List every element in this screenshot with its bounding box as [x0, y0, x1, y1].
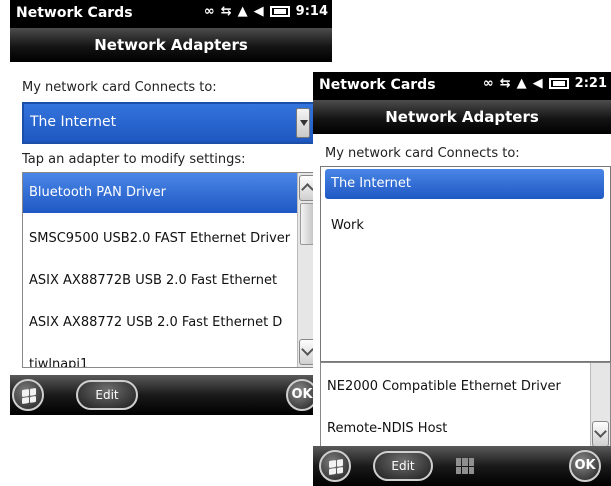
sync-icon: ⇆ [220, 4, 232, 19]
edit-button[interactable]: Edit [373, 451, 433, 481]
status-icons: ∞ ⇆ ▲ ◀ 2:21 [483, 76, 607, 91]
page-title: Network Adapters [10, 28, 332, 62]
phone-screen-right: Network Cards ∞ ⇆ ▲ ◀ 2:21 Network Adapt… [313, 72, 611, 486]
sync-icon: ⇆ [499, 76, 511, 91]
list-item[interactable]: NE2000 Compatible Ethernet Driver [321, 367, 590, 407]
start-button[interactable] [319, 450, 351, 482]
speaker-icon: ◀ [532, 76, 543, 91]
connects-to-select[interactable]: The Internet [22, 102, 318, 144]
list-item[interactable]: Bluetooth PAN Driver [23, 173, 297, 213]
edit-button[interactable]: Edit [76, 380, 138, 410]
list-item[interactable]: tiwlnapi1 [23, 345, 297, 367]
list-item[interactable]: SMSC9500 USB2.0 FAST Ethernet Driver [23, 219, 297, 259]
scrollbar[interactable] [590, 363, 610, 449]
list-item[interactable]: ASIX AX88772B USB 2.0 Fast Ethernet [23, 261, 297, 301]
adapters-label: Tap an adapter to modify settings: [22, 152, 246, 167]
keyboard-icon[interactable] [456, 458, 474, 474]
signal-icon: ▲ [516, 76, 527, 91]
status-bar: Network Cards ∞ ⇆ ▲ ◀ 2:21 [313, 72, 611, 100]
ok-button[interactable]: OK [569, 450, 601, 482]
status-icons: ∞ ⇆ ▲ ◀ 9:14 [204, 4, 328, 19]
chevron-down-icon[interactable] [592, 421, 609, 447]
link-icon: ∞ [482, 76, 494, 91]
start-button[interactable] [12, 379, 44, 411]
battery-icon [548, 78, 569, 89]
status-time: 2:21 [574, 76, 607, 91]
signal-icon: ▲ [237, 4, 248, 19]
adapter-list: Bluetooth PAN Driver SMSC9500 USB2.0 FAS… [22, 172, 318, 368]
page-title: Network Adapters [313, 100, 611, 134]
dropdown-option[interactable]: The Internet [325, 169, 604, 199]
windows-start-icon [329, 459, 343, 475]
bottom-bar: Edit OK [313, 446, 611, 486]
list-item[interactable]: ASIX AX88772 USB 2.0 Fast Ethernet D [23, 303, 297, 343]
adapter-list: NE2000 Compatible Ethernet Driver Remote… [320, 362, 611, 450]
status-bar: Network Cards ∞ ⇆ ▲ ◀ 9:14 [10, 0, 332, 28]
connects-dropdown: The Internet Work [320, 166, 611, 362]
battery-icon [269, 6, 290, 17]
windows-start-icon [22, 388, 36, 404]
phone-screen-left: Network Cards ∞ ⇆ ▲ ◀ 9:14 Network Adapt… [10, 0, 332, 420]
status-title: Network Cards [16, 5, 133, 21]
connects-to-value: The Internet [30, 114, 117, 130]
connects-label: My network card Connects to: [325, 146, 520, 161]
link-icon: ∞ [203, 4, 215, 19]
status-title: Network Cards [319, 77, 436, 93]
connects-label: My network card Connects to: [22, 80, 217, 95]
list-item[interactable]: Remote-NDIS Host [321, 409, 590, 449]
chevron-down-icon[interactable] [296, 108, 310, 138]
dropdown-option[interactable]: Work [325, 211, 604, 241]
status-time: 9:14 [295, 4, 328, 19]
speaker-icon: ◀ [253, 4, 264, 19]
bottom-bar: Edit OK [10, 375, 332, 415]
